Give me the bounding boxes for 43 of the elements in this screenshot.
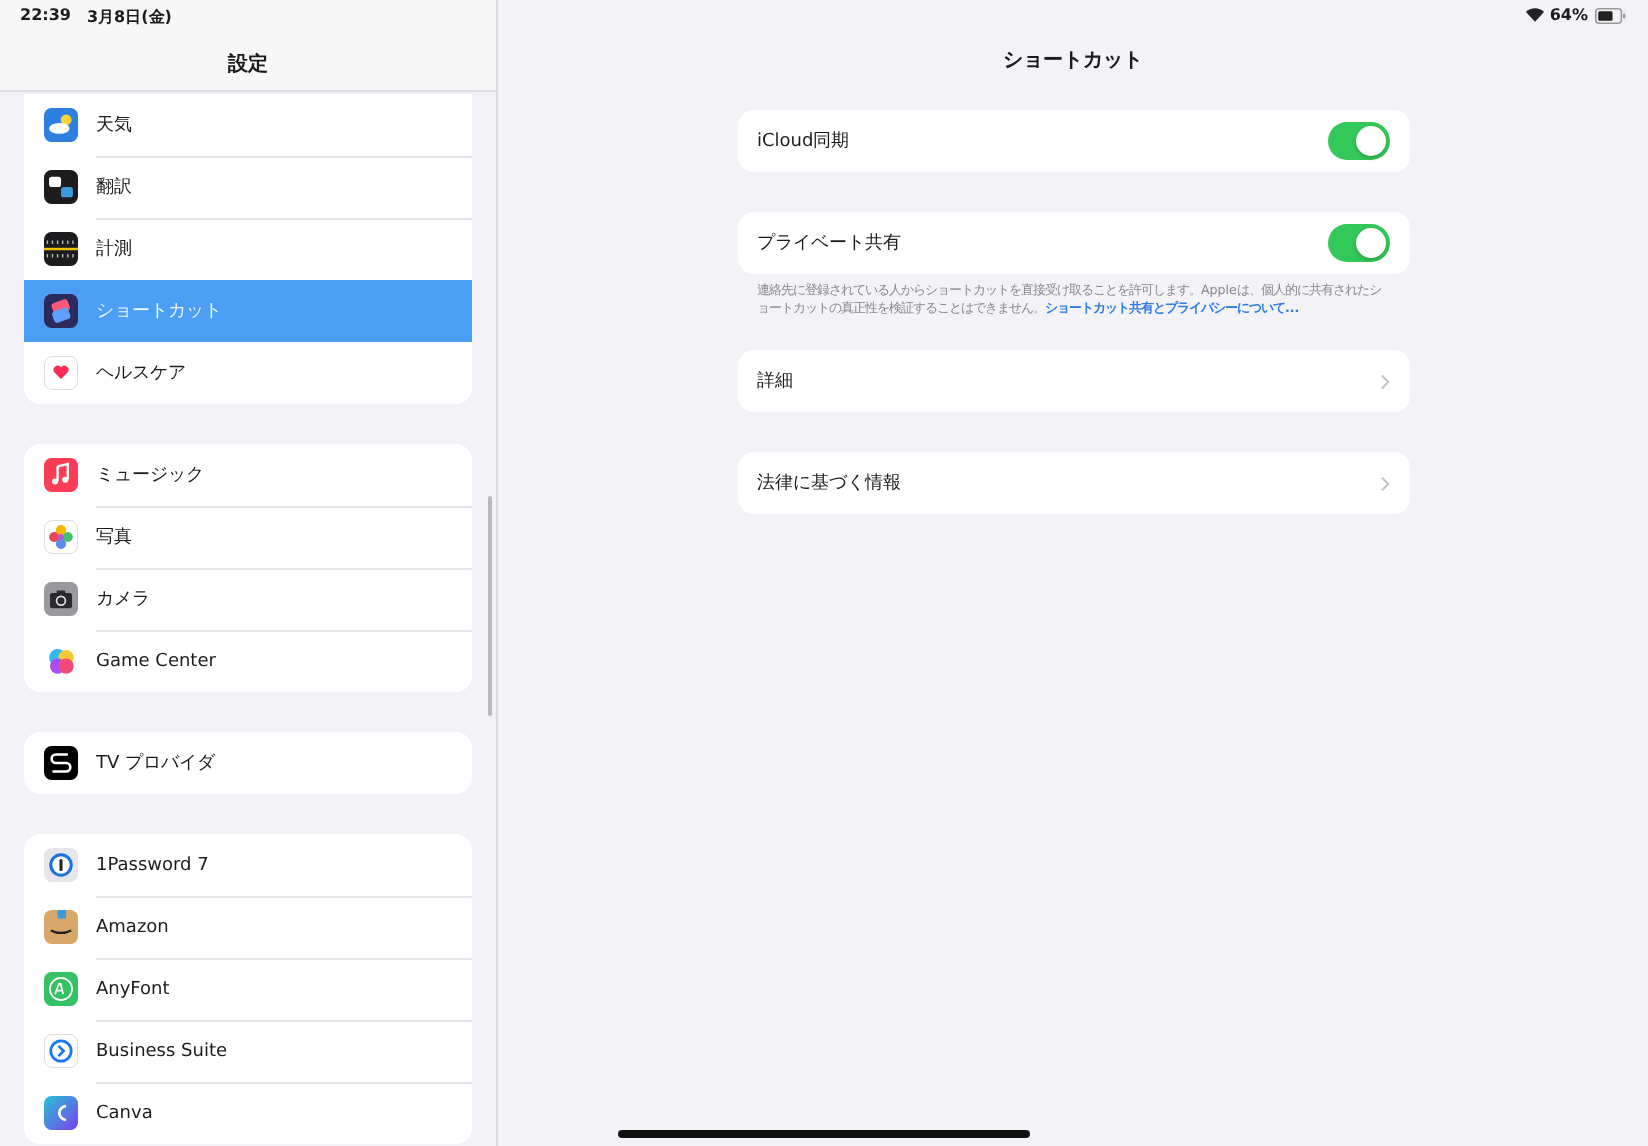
layered-shapes-icon bbox=[44, 294, 78, 328]
s-arrows-icon bbox=[44, 746, 78, 780]
toggle-row: プライベート共有 bbox=[737, 212, 1409, 274]
chevron-icon bbox=[1379, 373, 1389, 389]
link-row[interactable]: 法律に基づく情報 bbox=[737, 452, 1409, 514]
battery-icon bbox=[1594, 7, 1628, 23]
sidebar-item[interactable]: Amazon bbox=[24, 896, 472, 958]
flower-icon bbox=[44, 520, 78, 554]
toggle-row: iCloud同期 bbox=[737, 110, 1409, 172]
colored-bubbles-icon bbox=[44, 644, 78, 678]
sidebar-item[interactable]: Business Suite bbox=[24, 1020, 472, 1082]
status-date: 3月8日(金) bbox=[86, 6, 172, 28]
font-icon bbox=[44, 972, 78, 1006]
link-row[interactable]: 詳細 bbox=[737, 350, 1409, 412]
smile-box-icon bbox=[44, 910, 78, 944]
battery-percent: 64% bbox=[1549, 6, 1588, 24]
music-note-icon bbox=[44, 458, 78, 492]
camera-icon bbox=[44, 582, 78, 616]
chevron-icon bbox=[1379, 475, 1389, 491]
sidebar-item[interactable]: 1Password 7 bbox=[24, 834, 472, 896]
sidebar-item[interactable]: Canva bbox=[24, 1082, 472, 1144]
status-time: 22:39 bbox=[20, 6, 71, 28]
sidebar-item[interactable]: ミュージック bbox=[24, 444, 472, 506]
sidebar-item[interactable]: 計測 bbox=[24, 218, 472, 280]
sidebar-item[interactable]: ヘルスケア bbox=[24, 342, 472, 404]
speech-bubbles-icon bbox=[44, 170, 78, 204]
letter-c-icon bbox=[44, 1096, 78, 1130]
sidebar-item[interactable]: 翻訳 bbox=[24, 156, 472, 218]
sidebar-item[interactable]: AnyFont bbox=[24, 958, 472, 1020]
ruler-icon bbox=[44, 232, 78, 266]
sidebar-item[interactable]: Game Center bbox=[24, 630, 472, 692]
cloud-sun-icon bbox=[44, 108, 78, 142]
toggle-switch[interactable] bbox=[1327, 122, 1389, 160]
sidebar-item[interactable]: カメラ bbox=[24, 568, 472, 630]
wifi-icon bbox=[1525, 8, 1544, 22]
keyhole-icon bbox=[44, 848, 78, 882]
sidebar-title: 設定 bbox=[225, 50, 270, 78]
page-title: ショートカット bbox=[1001, 48, 1145, 74]
sidebar-item[interactable]: 天気 bbox=[24, 94, 472, 156]
toggle-switch[interactable] bbox=[1327, 224, 1389, 262]
sidebar-item[interactable]: TV プロバイダ bbox=[24, 732, 472, 794]
sidebar-item[interactable]: 写真 bbox=[24, 506, 472, 568]
arrow-circle-icon bbox=[44, 1034, 78, 1068]
